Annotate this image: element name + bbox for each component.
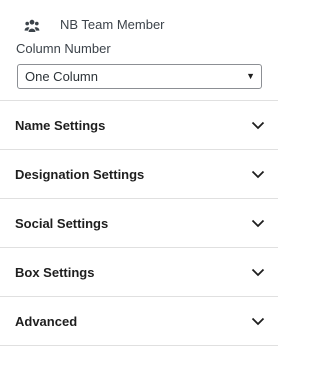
block-header bbox=[24, 16, 40, 36]
panel-title: Name Settings bbox=[15, 118, 106, 133]
panel-name-settings[interactable]: Name Settings bbox=[0, 100, 278, 149]
panel-advanced[interactable]: Advanced bbox=[0, 296, 278, 346]
chevron-down-icon bbox=[251, 268, 265, 277]
dropdown-arrow-icon: ▼ bbox=[246, 71, 255, 81]
column-number-label: Column Number bbox=[16, 41, 111, 56]
settings-panels: Name Settings Designation Settings Socia… bbox=[0, 100, 278, 346]
column-number-selected-value: One Column bbox=[25, 69, 98, 84]
chevron-down-icon bbox=[251, 121, 265, 130]
panel-title: Designation Settings bbox=[15, 167, 145, 182]
chevron-down-icon bbox=[251, 317, 265, 326]
panel-title: Box Settings bbox=[15, 265, 95, 280]
block-title: NB Team Member bbox=[60, 17, 165, 32]
team-members-icon bbox=[24, 19, 40, 32]
chevron-down-icon bbox=[251, 219, 265, 228]
panel-title: Advanced bbox=[15, 314, 78, 329]
panel-title: Social Settings bbox=[15, 216, 109, 231]
column-number-select[interactable]: One Column ▼ bbox=[17, 64, 262, 89]
panel-designation-settings[interactable]: Designation Settings bbox=[0, 149, 278, 198]
chevron-down-icon bbox=[251, 170, 265, 179]
panel-social-settings[interactable]: Social Settings bbox=[0, 198, 278, 247]
panel-box-settings[interactable]: Box Settings bbox=[0, 247, 278, 296]
